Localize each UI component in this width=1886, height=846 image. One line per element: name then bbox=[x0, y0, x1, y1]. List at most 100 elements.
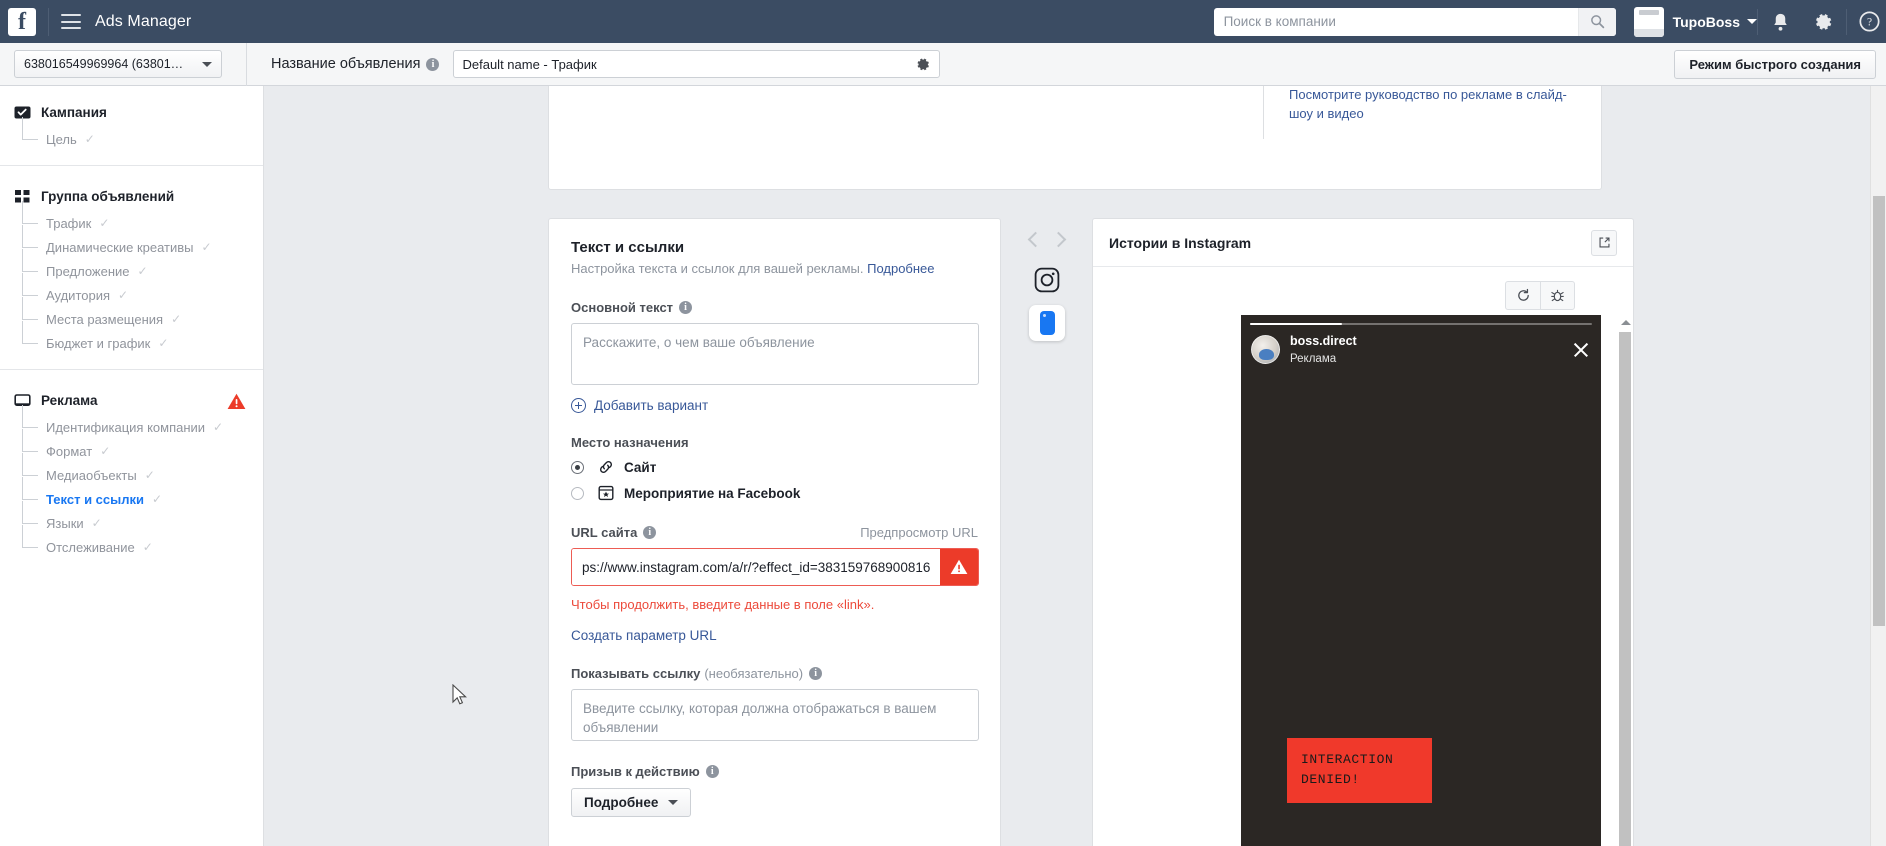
nav-group-header-campaign[interactable]: Кампания bbox=[0, 104, 263, 121]
business-search[interactable] bbox=[1214, 8, 1616, 36]
sidebar-item-label: Формат bbox=[46, 444, 92, 459]
sidebar-item-label: Идентификация компании bbox=[46, 420, 205, 435]
ad-account-select[interactable]: 638016549969964 (63801… bbox=[14, 50, 222, 78]
sidebar-item-company-identity[interactable]: Идентификация компании ✓ bbox=[0, 415, 263, 439]
tree-line-vertical bbox=[22, 405, 23, 427]
cta-dropdown[interactable]: Подробнее bbox=[571, 788, 691, 817]
url-error-message: Чтобы продолжить, введите данные в поле … bbox=[571, 597, 978, 612]
info-icon[interactable]: i bbox=[679, 301, 692, 314]
sidebar-item-languages[interactable]: Языки ✓ bbox=[0, 511, 263, 535]
sidebar-item-offer[interactable]: Предложение ✓ bbox=[0, 259, 263, 283]
nav-group-title: Группа объявлений bbox=[41, 189, 174, 204]
destination-event-label: Мероприятие на Facebook bbox=[624, 486, 800, 501]
nav-group-header-adset[interactable]: Группа объявлений bbox=[0, 188, 263, 205]
url-label-row: URL сайта i Предпросмотр URL bbox=[571, 525, 978, 540]
quick-create-mode-button[interactable]: Режим быстрого создания bbox=[1674, 50, 1876, 79]
sidebar-item-audience[interactable]: Аудитория ✓ bbox=[0, 283, 263, 307]
gear-icon[interactable] bbox=[1813, 11, 1835, 33]
sidebar-item-tracking[interactable]: Отслеживание ✓ bbox=[0, 535, 263, 559]
search-icon[interactable] bbox=[1578, 8, 1616, 36]
info-icon[interactable]: i bbox=[809, 667, 822, 680]
preview-nav-arrows bbox=[1016, 218, 1078, 245]
check-icon: ✓ bbox=[92, 516, 102, 530]
tree-line-vertical bbox=[22, 453, 23, 475]
radio-event[interactable] bbox=[571, 487, 584, 500]
preview-title: Истории в Instagram bbox=[1109, 235, 1591, 251]
phone-icon[interactable] bbox=[1029, 305, 1065, 341]
bell-icon[interactable] bbox=[1769, 11, 1791, 33]
sidebar-item-traffic[interactable]: Трафик ✓ bbox=[0, 211, 263, 235]
tree-line-horizontal bbox=[22, 343, 38, 344]
bug-icon[interactable] bbox=[1540, 282, 1574, 309]
sidebar-item-цель[interactable]: Цель ✓ bbox=[0, 127, 263, 151]
close-icon[interactable] bbox=[1571, 340, 1591, 360]
website-url-input[interactable] bbox=[572, 549, 940, 585]
story-overlay-line-2: DENIED! bbox=[1301, 770, 1422, 790]
ad-account-select-value: 638016549969964 (63801… bbox=[24, 57, 202, 71]
tree-line-horizontal bbox=[22, 139, 38, 140]
sidebar-item-dynamic-creatives[interactable]: Динамические креативы ✓ bbox=[0, 235, 263, 259]
learn-more-link[interactable]: Подробнее bbox=[867, 261, 934, 276]
preview-scrollbar[interactable] bbox=[1618, 316, 1632, 846]
url-preview-link[interactable]: Предпросмотр URL bbox=[860, 525, 978, 540]
toolbar-divider bbox=[246, 43, 247, 86]
page-scrollbar-thumb[interactable] bbox=[1873, 196, 1885, 626]
destination-option-event[interactable]: Мероприятие на Facebook bbox=[571, 484, 978, 502]
url-label-text: URL сайта bbox=[571, 525, 637, 540]
hamburger-menu-icon[interactable] bbox=[61, 14, 81, 29]
display-link-input[interactable]: Введите ссылку, которая должна отображат… bbox=[571, 689, 979, 741]
info-icon[interactable]: i bbox=[643, 526, 656, 539]
nav-group-title: Реклама bbox=[41, 393, 98, 408]
event-star-icon bbox=[597, 484, 615, 502]
story-overlay-text: INTERACTION DENIED! bbox=[1287, 738, 1432, 803]
external-link-icon[interactable] bbox=[1591, 230, 1617, 256]
bell-glyph bbox=[1771, 12, 1790, 32]
sidebar-item-budget-schedule[interactable]: Бюджет и график ✓ bbox=[0, 331, 263, 355]
gear-glyph bbox=[1814, 12, 1834, 32]
media-guide-link[interactable]: Посмотрите руководство по рекламе в слай… bbox=[1289, 86, 1579, 123]
gear-icon[interactable] bbox=[916, 57, 931, 72]
radio-website[interactable] bbox=[571, 461, 584, 474]
link-chain-icon bbox=[597, 458, 615, 476]
sidebar-item-label: Трафик bbox=[46, 216, 91, 231]
scrollbar-thumb[interactable] bbox=[1619, 332, 1631, 846]
tree-line-horizontal bbox=[22, 547, 38, 548]
instagram-icon[interactable] bbox=[1016, 267, 1078, 293]
sidebar-item-format[interactable]: Формат ✓ bbox=[0, 439, 263, 463]
website-url-field[interactable] bbox=[571, 548, 979, 586]
destination-option-website[interactable]: Сайт bbox=[571, 458, 978, 476]
page-scrollbar[interactable] bbox=[1870, 86, 1886, 846]
add-variant-button[interactable]: Добавить вариант bbox=[571, 398, 978, 413]
instagram-story-preview[interactable]: boss.direct Реклама INTERACTION DENIED! bbox=[1241, 315, 1601, 846]
info-icon[interactable]: i bbox=[426, 58, 439, 71]
account-name: TupoBoss bbox=[1673, 14, 1740, 30]
tree-line-horizontal bbox=[22, 427, 38, 428]
story-username: boss.direct bbox=[1290, 334, 1357, 348]
story-sponsored-label: Реклама bbox=[1290, 353, 1336, 365]
cta-label: Призыв к действию i bbox=[571, 764, 978, 779]
chevron-left-icon[interactable] bbox=[1028, 232, 1044, 248]
facebook-logo-icon[interactable]: f bbox=[8, 8, 36, 36]
sidebar-item-media[interactable]: Медиаобъекты ✓ bbox=[0, 463, 263, 487]
tree-line-horizontal bbox=[22, 451, 38, 452]
sidebar-item-text-and-links[interactable]: Текст и ссылки ✓ bbox=[0, 487, 263, 511]
sidebar-item-placements[interactable]: Места размещения ✓ bbox=[0, 307, 263, 331]
add-variant-label: Добавить вариант bbox=[594, 398, 708, 413]
help-icon[interactable]: ? bbox=[1858, 11, 1880, 33]
chevron-right-icon[interactable] bbox=[1051, 232, 1067, 248]
nav-group-header-ad[interactable]: Реклама bbox=[0, 392, 263, 409]
scroll-up-arrow-icon[interactable] bbox=[1621, 320, 1631, 325]
create-url-parameter-link[interactable]: Создать параметр URL bbox=[571, 628, 978, 643]
ad-name-label-text: Название объявления bbox=[271, 56, 420, 72]
check-icon: ✓ bbox=[202, 240, 212, 254]
ad-name-input[interactable]: Default name - Трафик bbox=[453, 50, 940, 78]
check-icon: ✓ bbox=[143, 540, 153, 554]
account-switcher[interactable]: TupoBoss bbox=[1634, 7, 1757, 37]
info-icon[interactable]: i bbox=[706, 765, 719, 778]
sidebar-item-label: Динамические креативы bbox=[46, 240, 194, 255]
nav-group-title: Кампания bbox=[41, 105, 107, 120]
search-input[interactable] bbox=[1214, 9, 1578, 35]
refresh-icon[interactable] bbox=[1506, 282, 1540, 309]
primary-text-input[interactable]: Расскажите, о чем ваше объявление bbox=[571, 323, 979, 385]
sidebar-item-label: Места размещения bbox=[46, 312, 163, 327]
